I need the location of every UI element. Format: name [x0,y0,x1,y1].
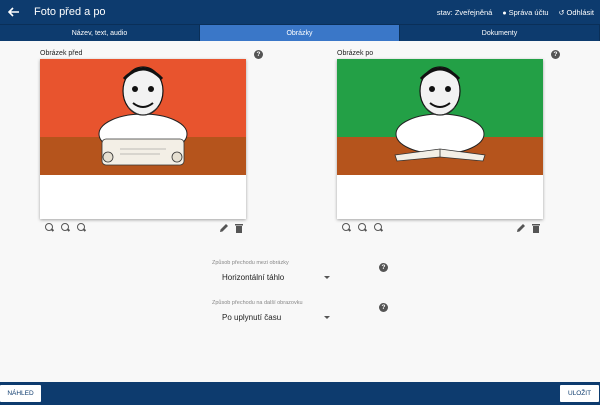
transition-label: Způsob přechodu mezi obrázky [212,260,289,266]
edit-icon[interactable] [516,223,526,233]
account-label: Správa účtu [508,7,549,17]
after-image-label: Obrázek po [337,50,374,57]
before-image-label: Obrázek před [40,50,83,57]
help-icon[interactable]: ? [254,50,263,59]
zoom-reset-icon[interactable] [76,223,86,233]
help-icon[interactable]: ? [551,50,560,59]
edit-icon[interactable] [219,223,229,233]
after-zoom-tools [341,223,383,233]
tab-images[interactable]: Obrázky [200,25,400,41]
after-image-card[interactable] [337,59,543,219]
page-title: Foto před a po [34,6,106,18]
user-icon: ● [502,9,507,17]
logout-icon: ↺ [558,9,565,17]
help-icon[interactable]: ? [379,263,388,272]
tab-documents[interactable]: Dokumenty [400,25,600,41]
save-button[interactable]: ULOŽIT [560,385,599,402]
status-text: stav: Zveřejněná [436,7,493,17]
next-screen-value: Po uplynutí času [222,313,282,322]
transition-setting: Způsob přechodu mezi obrázky Horizontáln… [212,260,330,282]
zoom-in-icon[interactable] [44,223,54,233]
chevron-down-icon [324,276,330,279]
chevron-down-icon [324,316,330,319]
delete-icon[interactable] [532,223,540,233]
transition-value: Horizontální táhlo [222,273,285,282]
before-image [40,59,246,219]
next-screen-label: Způsob přechodu na další obrazovku [212,300,303,306]
before-image-card[interactable] [40,59,246,219]
account-link[interactable]: ● Správa účtu [502,8,548,17]
logout-link[interactable]: ↺ Odhlásit [559,8,594,17]
preview-button[interactable]: NÁHLED [0,385,41,402]
zoom-in-icon[interactable] [341,223,351,233]
next-screen-setting: Způsob přechodu na další obrazovku Po up… [212,300,330,322]
zoom-out-icon[interactable] [60,223,70,233]
transition-select[interactable]: Horizontální táhlo [212,273,330,282]
next-screen-select[interactable]: Po uplynutí času [212,313,330,322]
tab-name-text-audio[interactable]: Název, text, audio [0,25,200,41]
after-image [337,59,543,219]
zoom-reset-icon[interactable] [373,223,383,233]
zoom-out-icon[interactable] [357,223,367,233]
before-zoom-tools [44,223,86,233]
back-button[interactable] [0,0,28,24]
delete-icon[interactable] [235,223,243,233]
top-bar: Foto před a po stav: Zveřejněná ● Správa … [0,0,600,24]
arrow-left-icon [8,7,19,17]
tab-bar: Název, text, audio Obrázky Dokumenty [0,24,600,41]
help-icon[interactable]: ? [379,303,388,312]
logout-label: Odhlásit [566,7,594,17]
bottom-bar: NÁHLED ULOŽIT [0,382,600,405]
